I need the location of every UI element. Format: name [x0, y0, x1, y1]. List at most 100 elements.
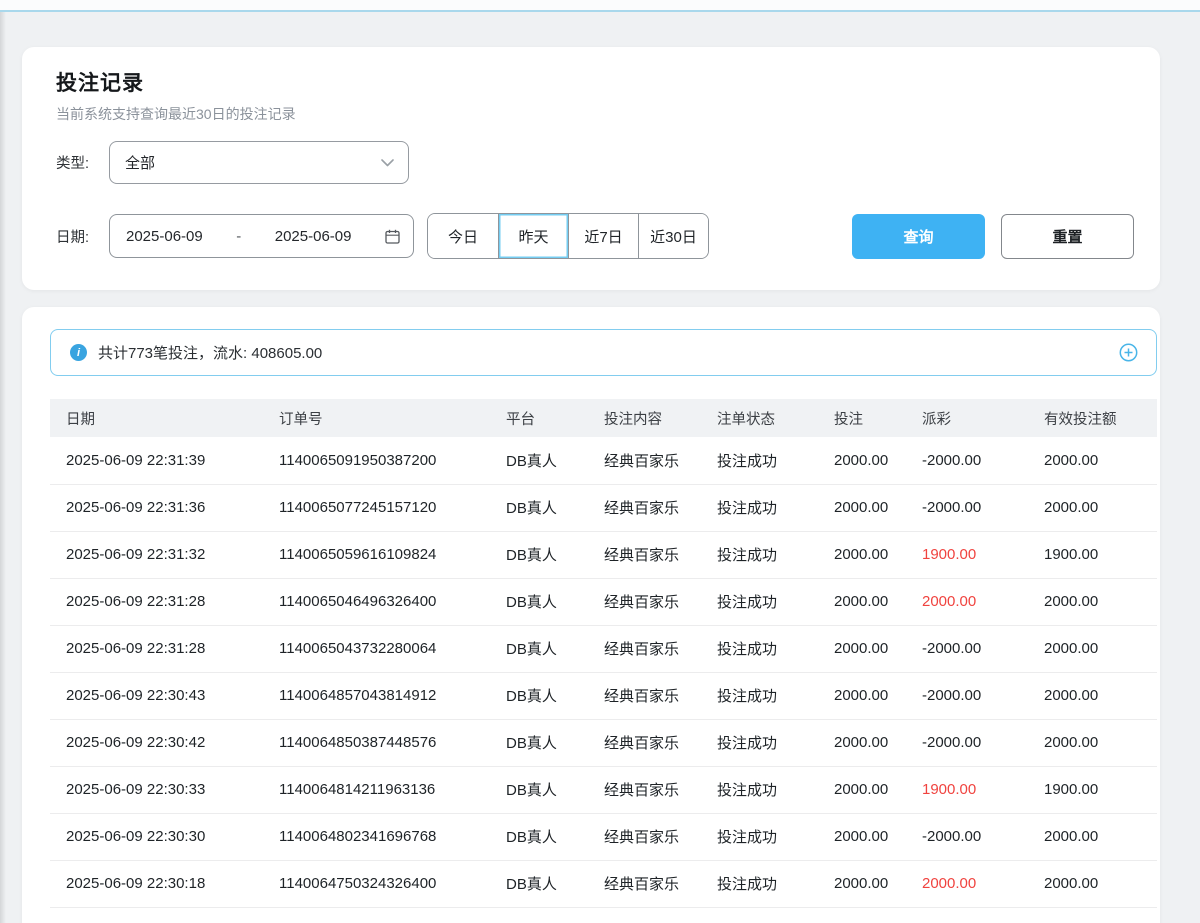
cell-content: 经典百家乐	[588, 437, 701, 484]
table-row: 2025-06-09 22:31:281140065046496326400DB…	[50, 578, 1157, 625]
quick-range-button-1[interactable]: 昨天	[498, 214, 568, 258]
cell-content: 经典百家乐	[588, 625, 701, 672]
table-row: 2025-06-09 22:30:181140064750324326400DB…	[50, 860, 1157, 907]
type-select[interactable]: 全部	[109, 141, 409, 184]
date-end-value: 2025-06-09	[275, 228, 352, 245]
cell-valid: 2000.00	[1028, 719, 1157, 766]
cell-content: 经典百家乐	[588, 860, 701, 907]
cell-payout: 2000.00	[906, 578, 1028, 625]
cell-content: 经典百家乐	[588, 578, 701, 625]
cell-payout: 2000.00	[906, 860, 1028, 907]
cell-bet: 2000.00	[818, 813, 906, 860]
column-header-6: 派彩	[906, 399, 1028, 437]
filter-actions: 查询 重置	[852, 214, 1134, 259]
cell-order: 1140064750324326400	[263, 860, 490, 907]
cell-platform: DB真人	[490, 578, 588, 625]
cell-bet: 2000.00	[818, 719, 906, 766]
cell-valid: 1900.00	[1028, 531, 1157, 578]
table-body: 2025-06-09 22:31:391140065091950387200DB…	[50, 437, 1157, 907]
left-edge-shadow	[0, 12, 6, 923]
cell-platform: DB真人	[490, 813, 588, 860]
cell-valid: 1900.00	[1028, 766, 1157, 813]
table-row: 2025-06-09 22:30:301140064802341696768DB…	[50, 813, 1157, 860]
column-header-7: 有效投注额	[1028, 399, 1157, 437]
cell-status: 投注成功	[701, 860, 818, 907]
cell-status: 投注成功	[701, 531, 818, 578]
quick-range-button-2[interactable]: 近7日	[568, 214, 638, 258]
cell-content: 经典百家乐	[588, 531, 701, 578]
cell-content: 经典百家乐	[588, 813, 701, 860]
cell-order: 1140065059616109824	[263, 531, 490, 578]
top-strip	[0, 0, 1200, 10]
expand-plus-icon[interactable]	[1119, 343, 1138, 362]
cell-date: 2025-06-09 22:30:18	[50, 860, 263, 907]
date-label: 日期:	[56, 226, 96, 247]
cell-order: 1140065043732280064	[263, 625, 490, 672]
cell-status: 投注成功	[701, 625, 818, 672]
cell-valid: 2000.00	[1028, 813, 1157, 860]
filter-card: 投注记录 当前系统支持查询最近30日的投注记录 类型: 全部 日期: 2025-…	[22, 47, 1160, 290]
cell-bet: 2000.00	[818, 484, 906, 531]
table-row: 2025-06-09 22:31:281140065043732280064DB…	[50, 625, 1157, 672]
cell-platform: DB真人	[490, 531, 588, 578]
cell-platform: DB真人	[490, 860, 588, 907]
cell-platform: DB真人	[490, 625, 588, 672]
table-row: 2025-06-09 22:30:331140064814211963136DB…	[50, 766, 1157, 813]
cell-payout: 1900.00	[906, 766, 1028, 813]
table-row: 2025-06-09 22:31:361140065077245157120DB…	[50, 484, 1157, 531]
cell-payout: -2000.00	[906, 437, 1028, 484]
reset-button[interactable]: 重置	[1001, 214, 1134, 259]
date-range-input[interactable]: 2025-06-09 - 2025-06-09	[109, 214, 414, 258]
cell-payout: -2000.00	[906, 484, 1028, 531]
column-header-1: 订单号	[263, 399, 490, 437]
cell-date: 2025-06-09 22:31:28	[50, 625, 263, 672]
cell-platform: DB真人	[490, 766, 588, 813]
cell-order: 1140065091950387200	[263, 437, 490, 484]
type-select-value: 全部	[125, 152, 155, 173]
page-title: 投注记录	[56, 67, 1134, 97]
type-label: 类型:	[56, 152, 96, 173]
cell-valid: 2000.00	[1028, 578, 1157, 625]
cell-content: 经典百家乐	[588, 719, 701, 766]
cell-payout: 1900.00	[906, 531, 1028, 578]
column-header-4: 注单状态	[701, 399, 818, 437]
table-row: 2025-06-09 22:31:391140065091950387200DB…	[50, 437, 1157, 484]
cell-order: 1140064850387448576	[263, 719, 490, 766]
chevron-down-icon	[381, 159, 394, 167]
cell-platform: DB真人	[490, 719, 588, 766]
cell-order: 1140064802341696768	[263, 813, 490, 860]
cell-bet: 2000.00	[818, 578, 906, 625]
summary-text: 共计773笔投注，流水: 408605.00	[98, 342, 322, 363]
column-header-5: 投注	[818, 399, 906, 437]
cell-valid: 2000.00	[1028, 484, 1157, 531]
summary-banner: i 共计773笔投注，流水: 408605.00	[50, 329, 1157, 376]
cell-payout: -2000.00	[906, 813, 1028, 860]
cell-valid: 2000.00	[1028, 625, 1157, 672]
cell-platform: DB真人	[490, 672, 588, 719]
column-header-0: 日期	[50, 399, 263, 437]
results-card: i 共计773笔投注，流水: 408605.00 日期订单号平台投注内容注单状态…	[22, 307, 1160, 923]
cell-payout: -2000.00	[906, 625, 1028, 672]
cell-status: 投注成功	[701, 813, 818, 860]
column-header-3: 投注内容	[588, 399, 701, 437]
cell-order: 1140064814211963136	[263, 766, 490, 813]
cell-status: 投注成功	[701, 672, 818, 719]
cell-status: 投注成功	[701, 484, 818, 531]
date-start-value: 2025-06-09	[126, 228, 203, 245]
page-subtitle: 当前系统支持查询最近30日的投注记录	[56, 104, 1134, 124]
cell-status: 投注成功	[701, 719, 818, 766]
cell-status: 投注成功	[701, 437, 818, 484]
calendar-icon	[385, 229, 400, 244]
cell-payout: -2000.00	[906, 672, 1028, 719]
table-row: 2025-06-09 22:30:421140064850387448576DB…	[50, 719, 1157, 766]
cell-status: 投注成功	[701, 578, 818, 625]
cell-order: 1140065046496326400	[263, 578, 490, 625]
cell-platform: DB真人	[490, 437, 588, 484]
cell-date: 2025-06-09 22:30:30	[50, 813, 263, 860]
cell-date: 2025-06-09 22:31:36	[50, 484, 263, 531]
cell-content: 经典百家乐	[588, 766, 701, 813]
quick-range-button-0[interactable]: 今日	[428, 214, 498, 258]
query-button[interactable]: 查询	[852, 214, 985, 259]
quick-range-button-3[interactable]: 近30日	[638, 214, 708, 258]
cell-date: 2025-06-09 22:30:42	[50, 719, 263, 766]
